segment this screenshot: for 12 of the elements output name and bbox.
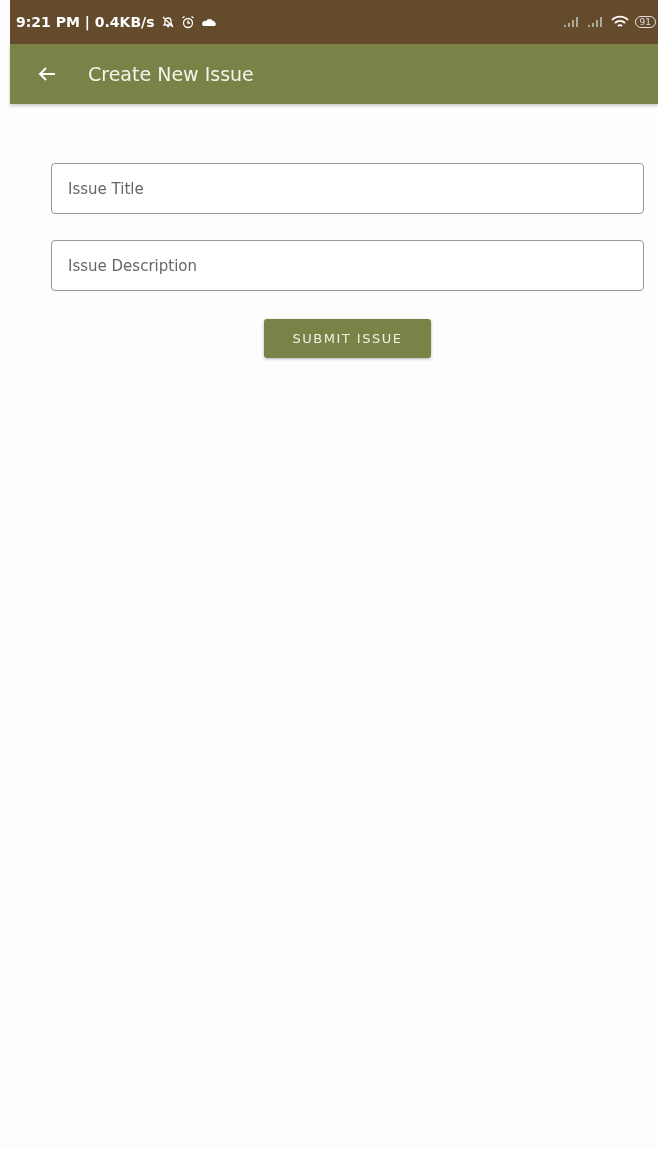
screen-title: Create New Issue [88,63,254,85]
back-arrow-icon[interactable] [38,66,56,82]
text-field[interactable]: Issue Description [51,240,644,291]
submit-button[interactable]: SUBMIT ISSUE [264,319,431,358]
cloud-icon [200,17,217,27]
text-field[interactable]: Issue Title [51,163,644,214]
signal-icon [586,17,605,27]
wifi-icon [610,15,629,29]
alarm-icon [180,15,195,29]
notifications-off-icon [160,15,175,29]
status-time: 9:21 PM | 0.4KB/s [16,14,155,30]
signal-icon [562,17,581,27]
